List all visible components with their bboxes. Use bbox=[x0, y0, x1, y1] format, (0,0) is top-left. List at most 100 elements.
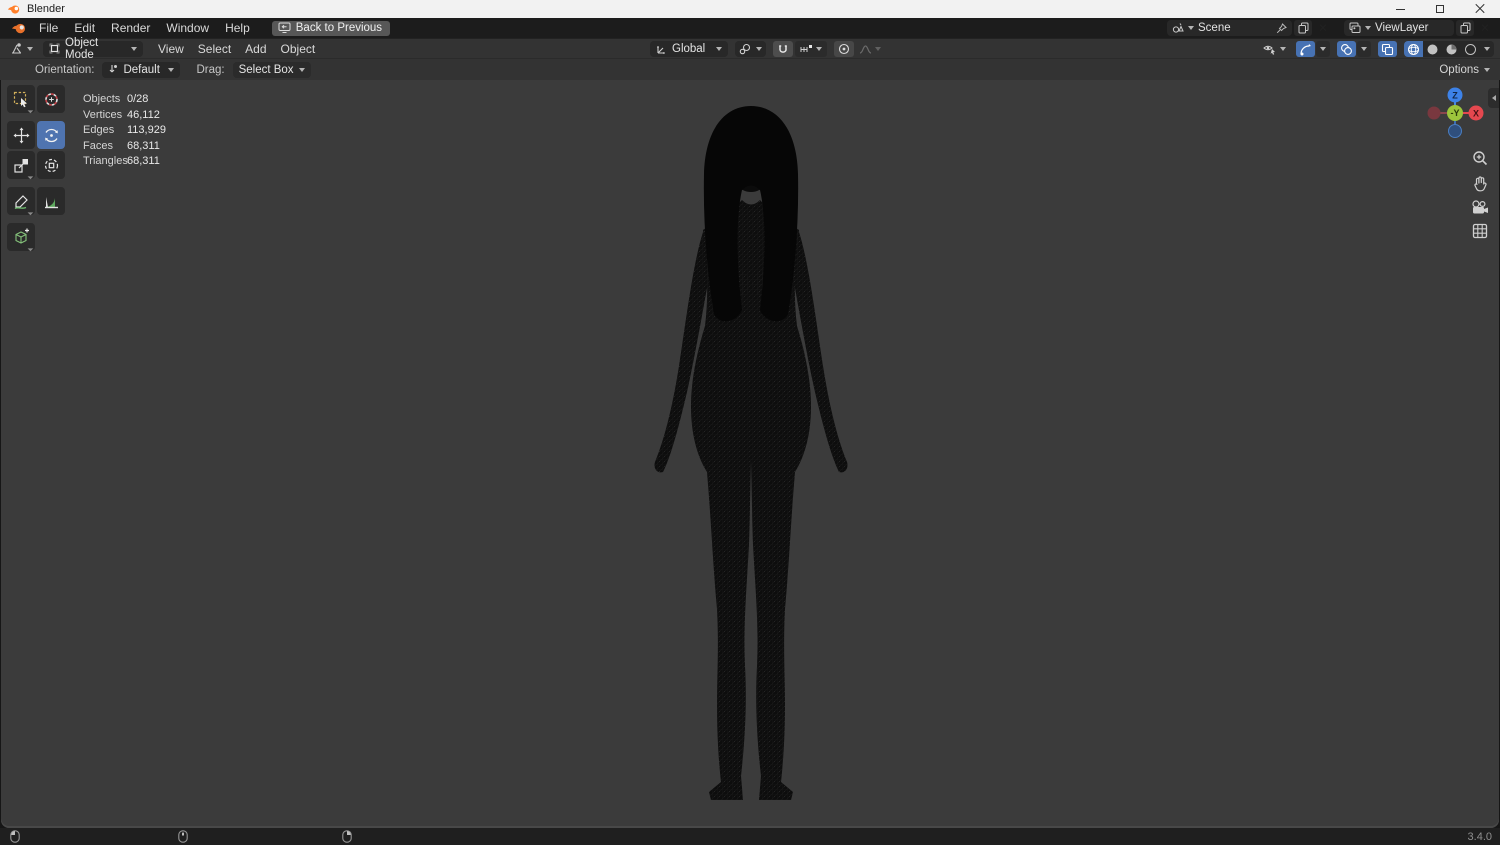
shading-mode-group bbox=[1404, 41, 1494, 57]
overlays-dropdown[interactable] bbox=[1357, 41, 1371, 57]
move-tool-button[interactable] bbox=[7, 121, 35, 149]
axis-x-ball[interactable]: X bbox=[1468, 105, 1484, 121]
mode-dropdown[interactable]: Object Mode bbox=[43, 37, 143, 61]
axis-z-ball[interactable]: Z bbox=[1447, 87, 1463, 103]
pivot-point-dropdown[interactable] bbox=[735, 41, 767, 57]
falloff-chevron bbox=[875, 47, 882, 51]
character-model-wireframe[interactable] bbox=[647, 104, 855, 804]
sidebar-toggle-tab[interactable] bbox=[1488, 88, 1499, 108]
measure-icon bbox=[44, 196, 58, 208]
transform-orientation-dropdown[interactable]: Global bbox=[650, 41, 729, 57]
select-box-tool-button[interactable] bbox=[7, 85, 35, 114]
gizmo-dropdown[interactable] bbox=[1316, 41, 1330, 57]
measure-tool-button[interactable] bbox=[37, 187, 65, 215]
scene-selector-block: Scene bbox=[1167, 20, 1332, 36]
shading-material-button[interactable] bbox=[1442, 41, 1461, 57]
menu-edit[interactable]: Edit bbox=[66, 19, 103, 37]
menu-add[interactable]: Add bbox=[238, 40, 273, 58]
titlebar: Blender bbox=[0, 0, 1500, 18]
camera-view-button[interactable] bbox=[1471, 200, 1489, 215]
pivot-chevron bbox=[756, 47, 763, 51]
editor-3d-viewport-icon bbox=[12, 43, 21, 54]
menu-select[interactable]: Select bbox=[191, 40, 238, 58]
menu-render[interactable]: Render bbox=[103, 19, 158, 37]
snap-with-dropdown[interactable] bbox=[795, 41, 828, 57]
shading-chevron bbox=[1484, 47, 1490, 51]
shading-solid-button[interactable] bbox=[1423, 41, 1442, 57]
stat-label: Vertices bbox=[83, 108, 123, 121]
orientation-default-dropdown[interactable]: Default bbox=[102, 61, 181, 78]
orientation-default-label: Default bbox=[123, 63, 160, 76]
shading-wireframe-button[interactable] bbox=[1404, 41, 1423, 57]
svg-text:-Y: -Y bbox=[1451, 108, 1460, 118]
object-mode-icon bbox=[49, 43, 60, 54]
viewlayer-selector[interactable]: ViewLayer bbox=[1344, 20, 1454, 36]
show-gizmo-toggle[interactable] bbox=[1296, 41, 1315, 57]
menu-file[interactable]: File bbox=[31, 19, 66, 37]
viewlayer-selector-block: ViewLayer bbox=[1344, 20, 1494, 36]
axis-front-y-ball[interactable]: -Y bbox=[1447, 105, 1463, 121]
axis-negative-x-ball[interactable] bbox=[1427, 106, 1441, 120]
editor-type-button[interactable] bbox=[6, 41, 37, 57]
window-title: Blender bbox=[27, 3, 65, 15]
shading-dropdown[interactable] bbox=[1480, 41, 1494, 57]
zoom-button[interactable] bbox=[1472, 150, 1489, 167]
blender-logo-icon bbox=[7, 4, 20, 14]
blender-menu-icon[interactable] bbox=[10, 21, 27, 36]
stat-value: 0/28 bbox=[127, 93, 149, 105]
pin-icon[interactable] bbox=[1276, 22, 1287, 34]
menu-view[interactable]: View bbox=[151, 40, 191, 58]
proportional-falloff-dropdown[interactable] bbox=[856, 41, 884, 57]
back-to-previous-button[interactable]: Back to Previous bbox=[271, 20, 391, 36]
stat-value: 46,112 bbox=[127, 108, 160, 121]
toggle-ortho-grid-button[interactable] bbox=[1472, 223, 1488, 239]
visibility-eye-icon bbox=[1263, 45, 1275, 55]
show-object-types-button[interactable] bbox=[1259, 41, 1289, 57]
menu-window[interactable]: Window bbox=[158, 19, 217, 37]
axis-negative-z-ball[interactable] bbox=[1448, 124, 1462, 138]
xray-toggle[interactable] bbox=[1378, 41, 1397, 57]
drag-mode-dropdown[interactable]: Select Box bbox=[232, 61, 311, 78]
cursor-3d-icon bbox=[44, 92, 58, 106]
top-menubar: File Edit Render Window Help Back to Pre… bbox=[0, 18, 1500, 38]
viewport-3d[interactable]: Objects 0/28 Vertices 46,112 Edges 113,929 … bbox=[1, 80, 1499, 828]
rotate-tool-button[interactable] bbox=[37, 121, 65, 149]
wireframe-shading-icon bbox=[1408, 43, 1419, 55]
proportional-group bbox=[834, 41, 884, 57]
cursor-tool-button[interactable] bbox=[37, 85, 65, 113]
snap-increment-icon bbox=[800, 44, 813, 52]
add-cube-tool-button[interactable] bbox=[7, 223, 35, 252]
scene-selector[interactable]: Scene bbox=[1167, 20, 1292, 36]
new-viewlayer-button[interactable] bbox=[1456, 20, 1474, 36]
snap-toggle-button[interactable] bbox=[773, 41, 794, 57]
proportional-editing-toggle[interactable] bbox=[834, 41, 855, 57]
menu-object[interactable]: Object bbox=[274, 40, 323, 58]
transform-tool-button[interactable] bbox=[37, 151, 65, 179]
rotate-icon bbox=[44, 128, 58, 142]
proportional-circle-icon bbox=[839, 43, 850, 55]
close-button[interactable] bbox=[1460, 0, 1500, 18]
options-dropdown[interactable]: Options bbox=[1439, 59, 1490, 80]
show-overlays-toggle[interactable] bbox=[1337, 41, 1356, 57]
minimize-button[interactable] bbox=[1380, 0, 1420, 18]
gizmo-chevron bbox=[1320, 47, 1326, 51]
maximize-button[interactable] bbox=[1420, 0, 1460, 18]
options-chevron bbox=[1484, 67, 1490, 72]
chevron-left-icon bbox=[1491, 95, 1496, 101]
orientation-label: Orientation: bbox=[35, 63, 95, 76]
minimize-icon bbox=[1395, 8, 1405, 10]
subtool-corner-icon bbox=[24, 170, 34, 180]
shading-rendered-button[interactable] bbox=[1461, 41, 1480, 57]
editor-type-chevron bbox=[27, 46, 33, 51]
new-scene-button[interactable] bbox=[1294, 20, 1312, 36]
mode-label: Object Mode bbox=[65, 36, 99, 61]
menu-help[interactable]: Help bbox=[217, 19, 258, 37]
navigation-gizmo[interactable]: -Y Z X bbox=[1423, 86, 1487, 144]
pan-hand-button[interactable] bbox=[1472, 175, 1489, 192]
blender-window: { "titlebar": { "app_title": "Blender" }… bbox=[0, 0, 1500, 845]
scale-tool-button[interactable] bbox=[7, 151, 35, 180]
scene-dropdown-chevron bbox=[1188, 26, 1194, 30]
window-controls bbox=[1380, 0, 1500, 18]
annotate-tool-button[interactable] bbox=[7, 187, 35, 216]
tool-shelf bbox=[7, 85, 65, 252]
